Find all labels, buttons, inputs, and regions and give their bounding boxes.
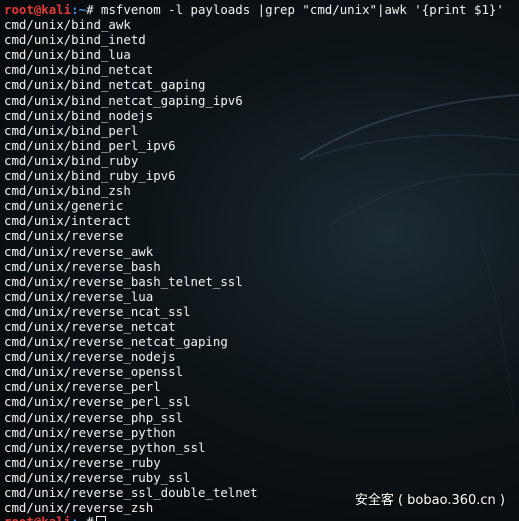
payload-line: cmd/unix/bind_perl <box>4 122 139 138</box>
terminal-output: root@kali:~# msfvenom -l payloads |grep … <box>4 2 519 515</box>
payload-line: cmd/unix/bind_ruby_ipv6 <box>4 168 176 184</box>
payload-line: cmd/unix/reverse_perl_ssl <box>4 394 191 410</box>
terminal-window[interactable]: root@kali:~# msfvenom -l payloads |grep … <box>0 0 519 521</box>
payload-line: cmd/unix/reverse_python_ssl <box>4 439 206 455</box>
command-prompt-line[interactable]: root@kali:~# msfvenom -l payloads |grep … <box>4 2 519 17</box>
next-prompt-user-host: root@kali <box>4 514 71 521</box>
payload-line: cmd/unix/reverse_perl <box>4 379 161 395</box>
payload-line: cmd/unix/reverse_bash <box>4 258 161 274</box>
payload-line: cmd/unix/reverse_php_ssl <box>4 409 184 425</box>
payload-line: cmd/unix/reverse_netcat_gaping <box>4 334 228 350</box>
prompt-user-host: root@kali <box>4 2 72 17</box>
payload-line: cmd/unix/bind_awk <box>4 17 131 33</box>
payload-line: cmd/unix/reverse_openssl <box>4 364 184 380</box>
payload-line: cmd/unix/reverse_nodejs <box>4 349 176 365</box>
payload-line: cmd/unix/reverse_awk <box>4 243 154 259</box>
next-prompt-line[interactable]: root@kali:~# <box>4 514 106 521</box>
payload-line: cmd/unix/bind_netcat_gaping_ipv6 <box>4 92 243 108</box>
payload-line: cmd/unix/interact <box>4 213 131 229</box>
next-prompt-symbol: # <box>86 514 93 521</box>
payload-line: cmd/unix/bind_lua <box>4 47 131 63</box>
payload-line: cmd/unix/reverse_lua <box>4 288 154 304</box>
payload-line: cmd/unix/reverse_bash_telnet_ssl <box>4 273 243 289</box>
payload-list: cmd/unix/bind_awk cmd/unix/bind_inetd cmd/… <box>4 17 519 515</box>
payload-line: cmd/unix/bind_nodejs <box>4 107 154 123</box>
watermark-text: 安全客 ( bobao.360.cn ) <box>354 493 505 508</box>
prompt-symbol: # <box>86 2 94 17</box>
payload-line: cmd/unix/reverse_netcat <box>4 318 176 334</box>
payload-line: cmd/unix/bind_netcat <box>4 62 154 78</box>
payload-line: cmd/unix/bind_ruby <box>4 152 139 168</box>
text-cursor <box>95 516 106 521</box>
payload-line: cmd/unix/reverse_ncat_ssl <box>4 303 191 319</box>
payload-line: cmd/unix/bind_zsh <box>4 183 131 199</box>
payload-line: cmd/unix/bind_netcat_gaping <box>4 77 206 93</box>
command-text: msfvenom -l payloads |grep "cmd/unix"|aw… <box>93 2 504 17</box>
next-prompt-path: :~ <box>71 514 86 521</box>
payload-line: cmd/unix/reverse_ruby_ssl <box>4 469 191 485</box>
payload-line: cmd/unix/bind_perl_ipv6 <box>4 137 176 153</box>
prompt-path: :~ <box>71 2 87 17</box>
payload-line: cmd/unix/generic <box>4 198 124 214</box>
payload-line: cmd/unix/bind_inetd <box>4 32 146 48</box>
payload-line: cmd/unix/reverse_python <box>4 424 176 440</box>
payload-line: cmd/unix/reverse <box>4 228 124 244</box>
payload-line: cmd/unix/reverse_ruby <box>4 454 161 470</box>
